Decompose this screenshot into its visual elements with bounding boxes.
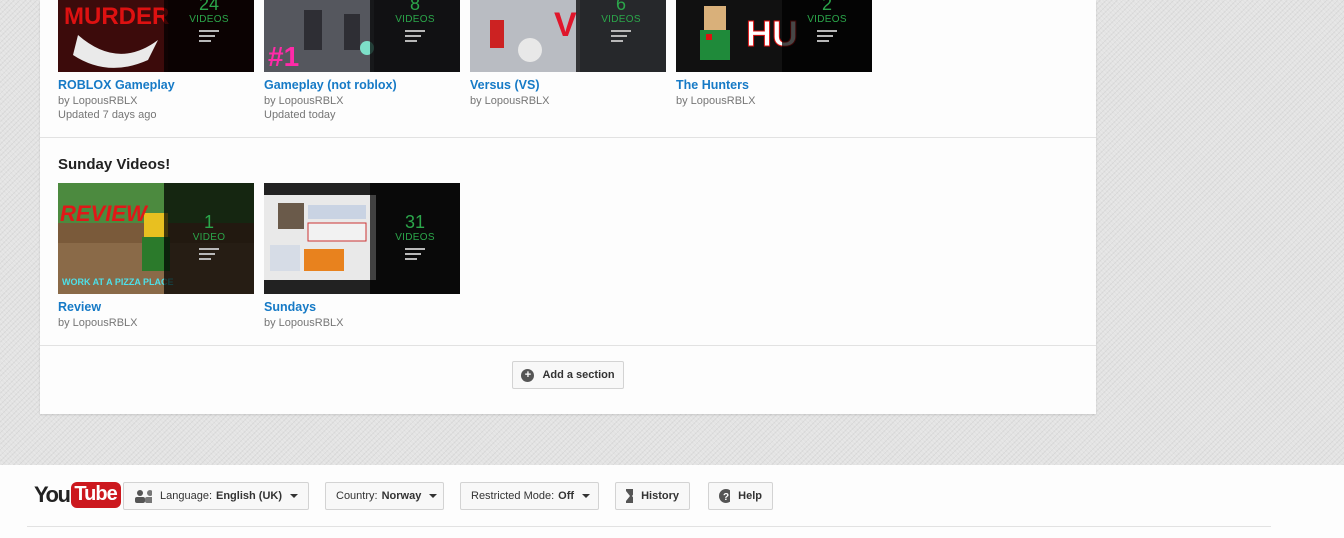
country-label: Country: [336, 490, 378, 502]
playlist-icon [199, 30, 219, 45]
plus-circle-icon: + [521, 368, 535, 382]
restricted-mode-value: Off [558, 490, 575, 502]
video-count: 2 [821, 0, 832, 14]
question-icon: ? [719, 489, 731, 503]
playlist-title[interactable]: Versus (VS) [470, 78, 666, 92]
playlist-tile[interactable]: V 6 VIDEOS Versus (VS) by LopousRBLX [470, 0, 666, 122]
svg-text:?: ? [723, 492, 729, 503]
add-section-label: Add a section [542, 369, 615, 381]
shelf-title[interactable]: Sunday Videos! [58, 156, 170, 173]
chevron-down-icon [582, 494, 591, 498]
logo-tube-text: Tube [71, 482, 121, 508]
playlist-count-overlay: 2 VIDEOS [782, 0, 872, 72]
video-count-unit: VIDEOS [601, 14, 641, 25]
playlist-byline: by LopousRBLX [264, 95, 344, 107]
channel-content: MURDER 24 VIDEOS ROBLOX Gameplay by Lopo… [40, 0, 1096, 414]
playlist-tile[interactable]: 31 VIDEOS Sundays by LopousRBLX [264, 183, 460, 330]
footer-divider [27, 526, 1271, 527]
language-label: Language: [160, 490, 212, 502]
playlist-byline: by LopousRBLX [264, 317, 344, 329]
video-count: 31 [404, 212, 426, 232]
playlist-thumbnail[interactable]: REVIEW WORK AT A PIZZA PLACE 1 VIDEO [58, 183, 254, 294]
playlist-thumbnail[interactable]: MURDER 24 VIDEOS [58, 0, 254, 72]
restricted-mode-button[interactable]: Restricted Mode: Off [460, 482, 599, 510]
country-value: Norway [381, 490, 422, 502]
playlist-count-overlay: 8 VIDEOS [370, 0, 460, 72]
country-picker-button[interactable]: Country: Norway [325, 482, 444, 510]
svg-text:#1: #1 [268, 41, 299, 72]
playlist-icon [199, 248, 219, 263]
playlist-byline: by LopousRBLX [470, 95, 550, 107]
playlist-updated: Updated 7 days ago [58, 109, 157, 121]
playlist-title[interactable]: Gameplay (not roblox) [264, 78, 460, 92]
video-count: 24 [198, 0, 220, 14]
playlist-shelf: REVIEW WORK AT A PIZZA PLACE 1 VIDEO Rev… [58, 183, 470, 330]
svg-text:MURDER: MURDER [64, 3, 169, 30]
language-picker-button[interactable]: Language: English (UK) [123, 482, 309, 510]
playlist-shelf: MURDER 24 VIDEOS ROBLOX Gameplay by Lopo… [58, 0, 882, 122]
add-section-button[interactable]: + Add a section [512, 361, 624, 389]
video-count-unit: VIDEOS [807, 14, 847, 25]
svg-text:WORK AT A PIZZA PLACE: WORK AT A PIZZA PLACE [62, 277, 174, 287]
playlist-icon [405, 248, 425, 263]
playlist-title[interactable]: ROBLOX Gameplay [58, 78, 254, 92]
playlist-byline: by LopousRBLX [58, 95, 138, 107]
playlist-updated: Updated today [264, 109, 336, 121]
playlist-title[interactable]: Sundays [264, 300, 460, 314]
playlist-thumbnail[interactable]: 31 VIDEOS [264, 183, 460, 294]
video-count-unit: VIDEOS [189, 14, 229, 25]
footer: You Tube Language: English (UK) Country:… [0, 465, 1344, 538]
logo-you-text: You [34, 482, 71, 507]
chevron-down-icon [290, 494, 298, 498]
playlist-tile[interactable]: #1 8 VIDEOS Gameplay (not roblox) by Lop… [264, 0, 460, 122]
playlist-tile[interactable]: MURDER 24 VIDEOS ROBLOX Gameplay by Lopo… [58, 0, 254, 122]
playlist-count-overlay: 6 VIDEOS [576, 0, 666, 72]
language-value: English (UK) [216, 490, 282, 502]
playlist-title[interactable]: The Hunters [676, 78, 872, 92]
video-count-unit: VIDEOS [395, 14, 435, 25]
help-button[interactable]: ? Help [708, 482, 773, 510]
playlist-tile[interactable]: REVIEW WORK AT A PIZZA PLACE 1 VIDEO Rev… [58, 183, 254, 330]
playlist-byline: by LopousRBLX [676, 95, 756, 107]
video-count-unit: VIDEO [192, 232, 226, 243]
svg-text:V: V [554, 6, 577, 44]
hourglass-icon [626, 489, 634, 503]
history-button[interactable]: History [615, 482, 690, 510]
youtube-logo[interactable]: You Tube [34, 482, 121, 508]
playlist-icon [611, 30, 631, 45]
video-count-unit: VIDEOS [395, 232, 435, 243]
playlist-thumbnail[interactable]: HU 2 VIDEOS [676, 0, 872, 72]
playlist-byline: by LopousRBLX [58, 317, 138, 329]
playlist-thumbnail[interactable]: #1 8 VIDEOS [264, 0, 460, 72]
svg-text:REVIEW: REVIEW [60, 201, 149, 226]
restricted-mode-label: Restricted Mode: [471, 490, 555, 502]
people-icon [135, 490, 152, 503]
history-label: History [641, 490, 679, 502]
shelf-divider [40, 137, 1096, 138]
playlist-count-overlay: 1 VIDEO [164, 183, 254, 294]
video-count: 6 [615, 0, 626, 14]
video-count: 8 [409, 0, 420, 14]
playlist-icon [405, 30, 425, 45]
playlist-count-overlay: 24 VIDEOS [164, 0, 254, 72]
help-label: Help [738, 490, 762, 502]
playlist-icon [817, 30, 837, 45]
playlist-tile[interactable]: HU 2 VIDEOS The Hunters by LopousRBLX [676, 0, 872, 122]
video-count: 1 [203, 212, 214, 232]
playlist-thumbnail[interactable]: V 6 VIDEOS [470, 0, 666, 72]
shelf-divider [40, 345, 1096, 346]
playlist-title[interactable]: Review [58, 300, 254, 314]
playlist-count-overlay: 31 VIDEOS [370, 183, 460, 294]
chevron-down-icon [429, 494, 438, 498]
